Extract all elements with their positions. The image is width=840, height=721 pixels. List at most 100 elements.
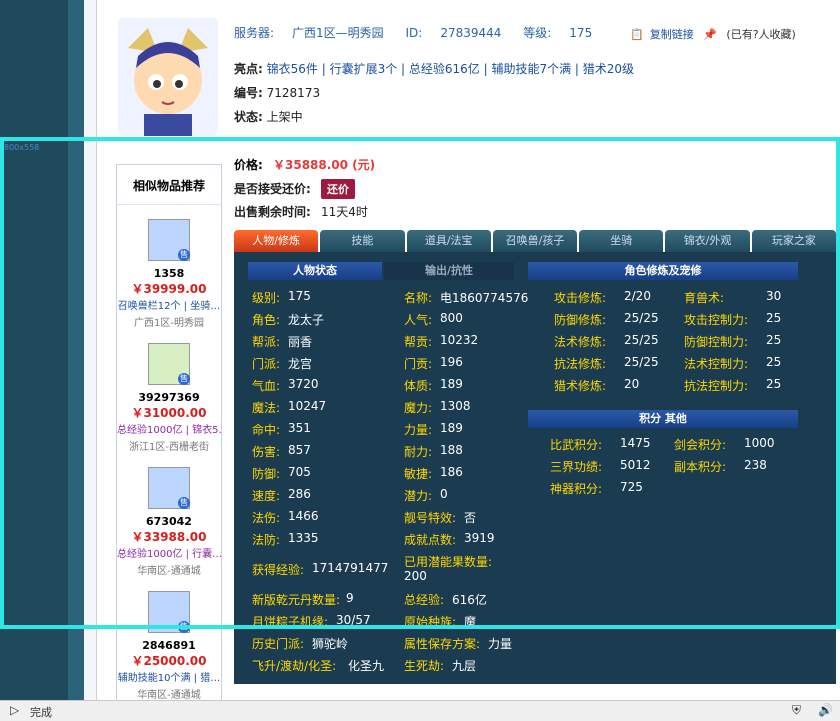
rec-id: 39297369: [138, 391, 200, 404]
stat-value: 1475: [620, 436, 651, 450]
stat-value: 238: [744, 458, 767, 472]
stat-value: 25: [766, 333, 782, 347]
stat-value: 30: [766, 289, 782, 303]
copy-link[interactable]: 复制链接: [650, 28, 694, 41]
sale-badge-icon: 售: [178, 621, 190, 633]
stat-label: 防御修炼:: [554, 313, 607, 327]
rec-id-price: 1358 ￥39999.00: [117, 267, 221, 297]
stat-label: 魔力:: [404, 401, 433, 415]
rec-id: 673042: [146, 515, 192, 528]
stat-value: 1000: [744, 436, 775, 450]
collect-note: (已有?人收藏): [726, 28, 796, 41]
stat-label: 副本积分:: [674, 460, 727, 474]
stat-label: 三界功绩:: [550, 460, 603, 474]
tab-4[interactable]: 坐骑: [579, 230, 664, 252]
stat-label: 级别:: [252, 291, 281, 305]
id-label: ID:: [405, 26, 423, 40]
rec-thumb[interactable]: 售: [148, 467, 190, 509]
stat-label: 门派:: [252, 357, 281, 371]
stat-value: 186: [440, 465, 463, 479]
stat-value: 3919: [464, 531, 495, 545]
stat-value: 1335: [288, 531, 319, 545]
stat-label: 法术控制力:: [684, 357, 749, 371]
stat-label: 法术修炼:: [554, 335, 607, 349]
rec-id: 2846891: [142, 639, 196, 652]
rec-thumb[interactable]: 售: [148, 591, 190, 633]
similar-items-sidebar: 相似物品推荐 售 1358 ￥39999.00 召唤兽栏12个 | 坐骑… 广西…: [116, 164, 222, 706]
stat-label: 抗法修炼:: [554, 357, 607, 371]
stat-value: 857: [288, 443, 311, 457]
rec-tag[interactable]: 总经验1000亿 | 锦衣5…: [117, 421, 221, 436]
stat-value: 狮驼岭: [312, 637, 349, 651]
time-label: 出售剩余时间:: [234, 205, 311, 219]
stat-label: 原始种族:: [404, 615, 457, 629]
rec-tag[interactable]: 辅助技能10个满 | 猎…: [117, 669, 221, 684]
stat-label: 神器积分:: [550, 482, 603, 496]
stat-value: 1714791477: [312, 561, 389, 575]
level-label: 等级:: [523, 26, 552, 40]
stat-value: 0: [440, 487, 448, 501]
stat-value: 196: [440, 355, 463, 369]
stat-label: 总经验:: [404, 593, 445, 607]
rec-item[interactable]: 售 2846891 ￥25000.00 辅助技能10个满 | 猎… 华南区-通通…: [117, 591, 221, 701]
section-character-status[interactable]: 人物状态: [248, 262, 382, 280]
stat-value: 25/25: [624, 311, 659, 325]
rec-tag[interactable]: 总经验1000亿 | 行囊…: [117, 545, 221, 560]
rec-id-price: 39297369 ￥31000.00: [117, 391, 221, 421]
stat-label: 门贡:: [404, 357, 433, 371]
stat-label: 魔法:: [252, 401, 281, 415]
rec-thumb[interactable]: 售: [148, 343, 190, 385]
tab-1[interactable]: 技能: [320, 230, 405, 252]
stat-value: 魔: [464, 615, 477, 629]
stat-label: 名称:: [404, 291, 433, 305]
tab-5[interactable]: 锦衣/外观: [665, 230, 750, 252]
stat-label: 飞升/渡劫/化圣:: [252, 659, 337, 673]
tab-6[interactable]: 玩家之家: [751, 230, 836, 252]
stat-label: 生死劫:: [404, 659, 445, 673]
rec-list: 售 1358 ￥39999.00 召唤兽栏12个 | 坐骑… 广西1区-明秀园 …: [117, 219, 221, 701]
stat-value: 2/20: [624, 289, 651, 303]
sale-badge-icon: 售: [178, 373, 190, 385]
tab-bar: 人物/修炼 技能 道具/法宝 召唤兽/孩子 坐骑 锦衣/外观 玩家之家: [234, 230, 836, 252]
tab-0[interactable]: 人物/修炼: [234, 230, 319, 252]
rec-item[interactable]: 售 39297369 ￥31000.00 总经验1000亿 | 锦衣5… 浙江1…: [117, 343, 221, 453]
rec-tag[interactable]: 召唤兽栏12个 | 坐骑…: [117, 297, 221, 312]
stat-value: 化圣九: [348, 659, 385, 673]
stat-value: 800: [440, 311, 463, 325]
stat-label: 比武积分:: [550, 438, 603, 452]
number-value: 7128173: [266, 86, 321, 100]
tab-2[interactable]: 道具/法宝: [406, 230, 491, 252]
stat-label: 法防:: [252, 533, 281, 547]
stat-value: 25: [766, 355, 782, 369]
stat-value: 25/25: [624, 355, 659, 369]
stat-value: 9: [346, 591, 354, 605]
stat-label: 法伤:: [252, 511, 281, 525]
sidebar-title: 相似物品推荐: [117, 165, 221, 205]
stat-label: 速度:: [252, 489, 281, 503]
stat-label: 抗法控制力:: [684, 379, 749, 393]
status-text: 完成: [30, 706, 52, 719]
rail-strip: [68, 0, 84, 700]
counter-offer-button[interactable]: 还价: [321, 179, 355, 199]
section-cultivation: 角色修炼及宠修: [528, 262, 798, 280]
stat-label: 月饼粽子机缘:: [252, 615, 329, 629]
price-value: ￥35888.00 (元): [273, 158, 376, 172]
rec-item[interactable]: 售 673042 ￥33988.00 总经验1000亿 | 行囊… 华南区-通通…: [117, 467, 221, 577]
tab-3[interactable]: 召唤兽/孩子: [492, 230, 578, 252]
stat-value: 力量: [488, 637, 513, 651]
rec-item[interactable]: 售 1358 ￥39999.00 召唤兽栏12个 | 坐骑… 广西1区-明秀园: [117, 219, 221, 329]
stat-value: 20: [624, 377, 640, 391]
rec-price: ￥39999.00: [131, 282, 207, 296]
rec-thumb[interactable]: 售: [148, 219, 190, 261]
stat-value: 龙太子: [288, 313, 325, 327]
stat-label: 攻击修炼:: [554, 291, 607, 305]
time-value: 11天4时: [321, 205, 368, 219]
character-avatar: [118, 18, 218, 136]
stat-label: 剑会积分:: [674, 438, 727, 452]
stat-label: 人气:: [404, 313, 433, 327]
stat-value: 725: [620, 480, 643, 494]
stat-label: 力量:: [404, 423, 433, 437]
sale-badge-icon: 售: [178, 249, 190, 261]
section-output-resist[interactable]: 输出/抗性: [384, 262, 514, 280]
stat-value: 丽香: [288, 335, 313, 349]
